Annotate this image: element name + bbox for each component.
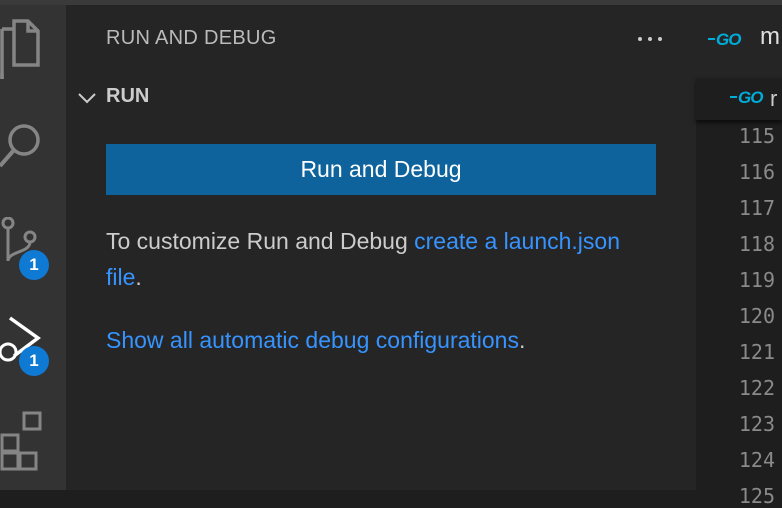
sidebar: RUN AND DEBUG RUN Run and Debug To custo…: [66, 5, 696, 490]
activity-search[interactable]: [0, 100, 66, 195]
activity-extensions[interactable]: [0, 395, 66, 490]
customize-paragraph: To customize Run and Debug create a laun…: [106, 223, 626, 295]
line-number: 122: [738, 376, 775, 400]
files-icon: [0, 19, 40, 79]
activity-run-debug[interactable]: 1: [0, 290, 66, 385]
activity-explorer[interactable]: [0, 5, 66, 100]
editor-area: GO m GO r 115 116 117 118 119 120 121 12…: [696, 5, 782, 508]
show-configs-paragraph: Show all automatic debug configurations.: [106, 322, 666, 358]
breadcrumb[interactable]: GO r: [696, 78, 782, 120]
line-number: 125: [738, 484, 775, 508]
ellipsis-icon: [638, 37, 642, 41]
tab-label: m: [760, 23, 780, 50]
go-file-icon: GO: [707, 30, 741, 49]
activity-source-control[interactable]: 1: [0, 195, 66, 290]
line-number: 115: [738, 124, 775, 148]
breadcrumb-label: r: [770, 86, 778, 111]
run-section-label: RUN: [106, 85, 150, 107]
line-number: 118: [738, 232, 775, 256]
go-file-icon: GO: [729, 88, 763, 107]
show-debug-configurations-link[interactable]: Show all automatic debug configurations: [106, 327, 519, 353]
customize-period: .: [135, 264, 142, 290]
editor-tab-bar: GO m: [696, 5, 782, 78]
line-number: 119: [738, 268, 775, 292]
run-and-debug-button[interactable]: Run and Debug: [106, 144, 656, 195]
sidebar-title: RUN AND DEBUG: [106, 27, 277, 49]
customize-text: To customize Run and Debug: [106, 228, 415, 254]
line-number: 120: [738, 304, 775, 328]
line-number: 116: [738, 160, 775, 184]
extensions-icon: [0, 411, 42, 471]
line-number: 123: [738, 412, 775, 436]
run-section-header[interactable]: RUN: [74, 83, 674, 113]
editor-tab[interactable]: GO m: [696, 21, 782, 57]
debug-badge: 1: [19, 346, 49, 376]
line-number: 121: [738, 340, 775, 364]
line-number: 124: [738, 448, 775, 472]
line-number: 117: [738, 196, 775, 220]
activity-bar: 1 1: [0, 5, 66, 490]
chevron-down-icon: [78, 93, 96, 104]
more-actions-button[interactable]: [634, 23, 666, 53]
search-icon: [0, 124, 40, 168]
scm-badge: 1: [19, 250, 49, 280]
show-configs-period: .: [518, 327, 526, 353]
